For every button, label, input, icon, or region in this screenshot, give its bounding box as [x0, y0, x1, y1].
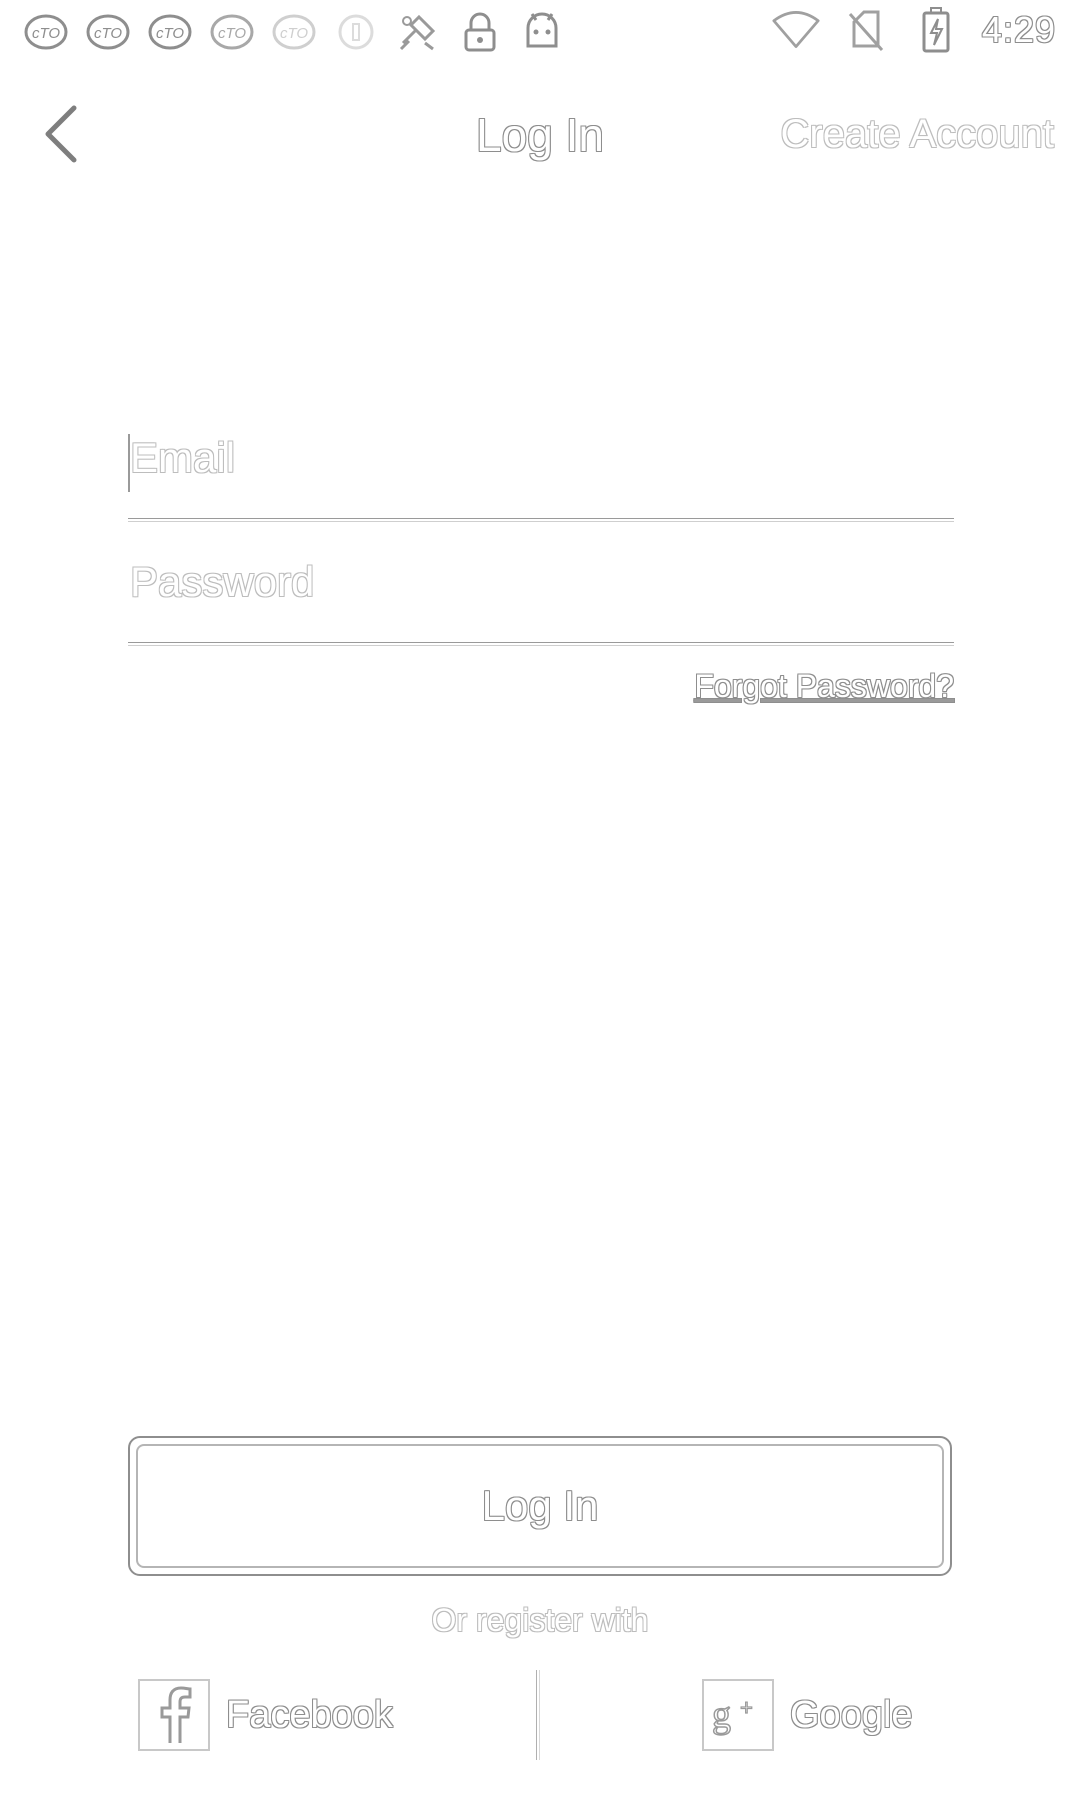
status-bar: cTO cTO cTO cTO cTO 4:29: [0, 0, 1080, 64]
email-field[interactable]: Email: [128, 412, 954, 522]
svg-text:cTO: cTO: [156, 25, 184, 42]
password-field[interactable]: Password: [128, 536, 954, 646]
svg-text:cTO: cTO: [94, 25, 122, 42]
battery-charging-icon: [912, 6, 960, 54]
app-bar: Log In Create Account: [0, 80, 1080, 190]
wifi-icon: [772, 6, 820, 54]
login-button-label: Log In: [481, 1482, 599, 1529]
notification-icons: cTO cTO cTO cTO cTO: [22, 8, 566, 56]
google-button[interactable]: g + Google: [702, 1674, 913, 1756]
satellite-icon: [394, 8, 442, 56]
email-underline: [128, 518, 954, 522]
svg-text:g: g: [712, 1694, 731, 1736]
lock-icon: [456, 8, 504, 56]
google-label: Google: [790, 1693, 913, 1736]
system-icons: 4:29: [772, 6, 1056, 54]
clock: 4:29: [981, 9, 1056, 50]
create-account-link[interactable]: Create Account: [781, 112, 1055, 157]
svg-text:+: +: [740, 1695, 753, 1720]
android-icon: [518, 8, 566, 56]
google-plus-icon: g +: [702, 1679, 774, 1751]
svg-text:cTO: cTO: [280, 25, 308, 42]
cutout-tv-icon: cTO: [22, 8, 70, 56]
email-placeholder: Email: [130, 434, 236, 481]
password-underline: [128, 642, 954, 646]
social-divider: [536, 1670, 540, 1760]
cutout-tv-icon: cTO: [208, 8, 256, 56]
svg-text:cTO: cTO: [32, 25, 60, 42]
facebook-icon: [138, 1679, 210, 1751]
no-sim-icon: [842, 6, 890, 54]
forgot-password-link[interactable]: Forgot Password?: [694, 668, 954, 705]
login-button[interactable]: Log In: [128, 1436, 952, 1576]
cutout-tv-icon: cTO: [146, 8, 194, 56]
svg-text:cTO: cTO: [218, 25, 246, 42]
register-with-label: Or register with: [431, 1602, 649, 1638]
password-placeholder: Password: [130, 558, 315, 605]
cutout-tv-icon: cTO: [84, 8, 132, 56]
facebook-label: Facebook: [226, 1693, 393, 1736]
cutout-tv-icon: cTO: [270, 8, 318, 56]
circle-icon: [332, 8, 380, 56]
facebook-button[interactable]: Facebook: [138, 1674, 393, 1756]
